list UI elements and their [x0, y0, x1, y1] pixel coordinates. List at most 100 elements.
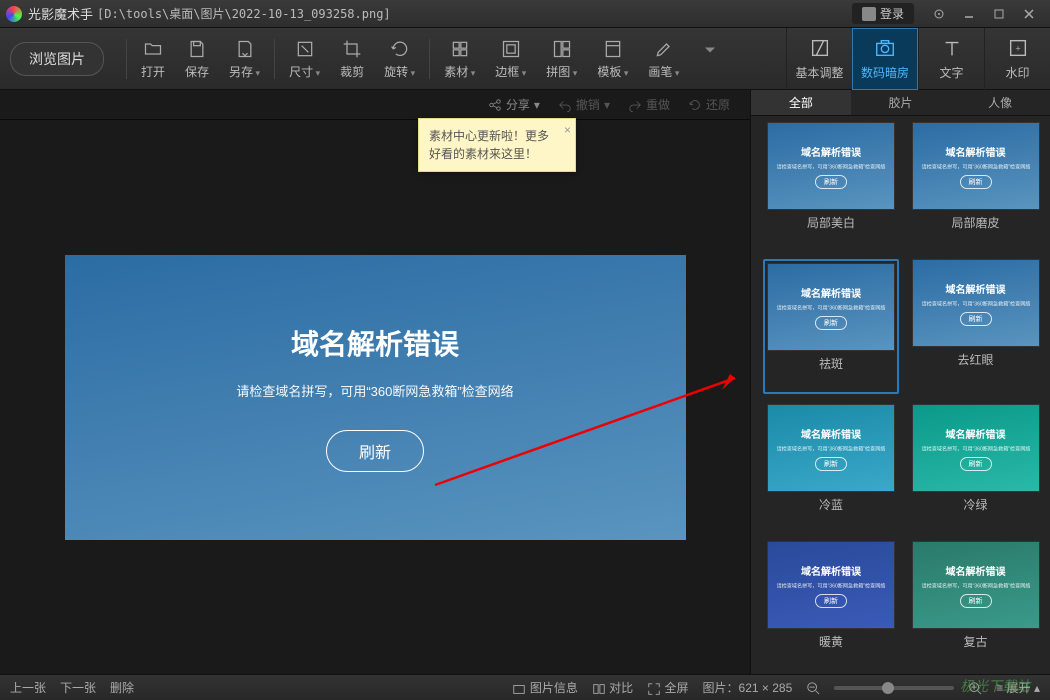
- zoom-slider[interactable]: [834, 686, 954, 690]
- close-icon[interactable]: [1014, 5, 1044, 23]
- brush-icon: [653, 38, 675, 60]
- subtab-portrait[interactable]: 人像: [950, 90, 1050, 115]
- maximize-icon[interactable]: [984, 5, 1014, 23]
- saveas-button[interactable]: 另存: [219, 38, 270, 80]
- browse-button[interactable]: 浏览图片: [10, 42, 104, 76]
- preset-thumb: 域名解析错误 请检查域名拼写，可用“360断网急救箱”检查网络 刷新: [912, 404, 1040, 492]
- prev-button[interactable]: 上一张: [10, 679, 46, 696]
- tooltip-close-icon[interactable]: ×: [564, 121, 571, 139]
- image-preview: 域名解析错误 请检查域名拼写，可用“360断网急救箱”检查网络 刷新: [65, 255, 686, 540]
- preset-祛斑[interactable]: 域名解析错误 请检查域名拼写，可用“360断网急救箱”检查网络 刷新 祛斑: [763, 259, 899, 394]
- error-title: 域名解析错误: [291, 323, 459, 363]
- tab-text[interactable]: 文字: [918, 28, 984, 90]
- resize-icon: [294, 38, 316, 60]
- preset-冷绿[interactable]: 域名解析错误 请检查域名拼写，可用“360断网急救箱”检查网络 刷新 冷绿: [909, 404, 1042, 531]
- collage-icon: [551, 38, 573, 60]
- compare-button[interactable]: 对比: [592, 679, 633, 696]
- file-path: [D:\tools\桌面\图片\2022-10-13_093258.png]: [97, 5, 391, 22]
- saveas-icon: [234, 38, 256, 60]
- tab-basic[interactable]: 基本调整: [786, 28, 852, 90]
- text-icon: [940, 36, 964, 60]
- preset-grid[interactable]: 域名解析错误 请检查域名拼写，可用“360断网急救箱”检查网络 刷新 局部美白 …: [751, 116, 1050, 674]
- statusbar: 上一张 下一张 删除 图片信息 对比 全屏 图片：621 × 285 ≡ 展开 …: [0, 674, 1050, 700]
- titlebar: 光影魔术手 [D:\tools\桌面\图片\2022-10-13_093258.…: [0, 0, 1050, 28]
- next-button[interactable]: 下一张: [60, 679, 96, 696]
- material-icon: [449, 38, 471, 60]
- more-button[interactable]: [689, 39, 731, 78]
- minimize-icon[interactable]: [954, 5, 984, 23]
- preset-暖黄[interactable]: 域名解析错误 请检查域名拼写，可用“360断网急救箱”检查网络 刷新 暖黄: [763, 541, 899, 668]
- material-button[interactable]: 素材: [434, 38, 485, 80]
- tab-darkroom[interactable]: 数码暗房: [852, 28, 918, 90]
- toolbar: 浏览图片 打开 保存 另存 尺寸 裁剪 旋转 素材 边框 拼图 模板 画笔 基本…: [0, 28, 1050, 90]
- svg-text:+: +: [1015, 44, 1020, 54]
- expand-button[interactable]: ≡ 展开 ▴: [996, 679, 1040, 696]
- delete-button[interactable]: 删除: [110, 679, 134, 696]
- crop-icon: [341, 38, 363, 60]
- template-icon: [602, 38, 624, 60]
- preset-label: 局部磨皮: [951, 214, 999, 231]
- crop-button[interactable]: 裁剪: [330, 38, 374, 80]
- open-button[interactable]: 打开: [131, 38, 175, 80]
- app-name: 光影魔术手: [28, 4, 93, 23]
- fullscreen-button[interactable]: 全屏: [647, 679, 688, 696]
- triangle-icon: [699, 39, 721, 61]
- collage-button[interactable]: 拼图: [536, 38, 587, 80]
- border-button[interactable]: 边框: [485, 38, 536, 80]
- preset-label: 局部美白: [807, 214, 855, 231]
- info-button[interactable]: 图片信息: [512, 679, 577, 696]
- refresh-button: 刷新: [326, 430, 424, 472]
- save-icon: [186, 38, 208, 60]
- preset-thumb: 域名解析错误 请检查域名拼写，可用“360断网急救箱”检查网络 刷新: [767, 122, 895, 210]
- restore-button[interactable]: 还原: [688, 96, 730, 113]
- subtab-all[interactable]: 全部: [751, 90, 851, 115]
- adjust-icon: [808, 36, 832, 60]
- zoom-out-icon[interactable]: [806, 680, 820, 695]
- tab-watermark[interactable]: +水印: [984, 28, 1050, 90]
- preset-thumb: 域名解析错误 请检查域名拼写，可用“360断网急救箱”检查网络 刷新: [912, 122, 1040, 210]
- right-tabs: 基本调整 数码暗房 文字 +水印: [786, 28, 1050, 90]
- login-button[interactable]: 登录: [852, 3, 914, 24]
- border-icon: [500, 38, 522, 60]
- preset-label: 冷绿: [963, 496, 987, 513]
- secondbar: 分享 ▾ 撤销 ▾ 重做 还原: [0, 90, 750, 120]
- folder-icon: [142, 38, 164, 60]
- canvas-area: 分享 ▾ 撤销 ▾ 重做 还原 域名解析错误 请检查域名拼写，可用“360断网急…: [0, 90, 750, 674]
- rotate-icon: [389, 38, 411, 60]
- preset-thumb: 域名解析错误 请检查域名拼写，可用“360断网急救箱”检查网络 刷新: [767, 404, 895, 492]
- preset-label: 复古: [963, 633, 987, 650]
- preset-thumb: 域名解析错误 请检查域名拼写，可用“360断网急救箱”检查网络 刷新: [912, 541, 1040, 629]
- camera-icon: [873, 36, 897, 60]
- save-button[interactable]: 保存: [175, 38, 219, 80]
- preset-label: 祛斑: [819, 355, 843, 372]
- preset-label: 去红眼: [957, 351, 993, 368]
- watermark-icon: +: [1006, 36, 1030, 60]
- user-icon: [862, 7, 876, 21]
- error-subtitle: 请检查域名拼写，可用“360断网急救箱”检查网络: [236, 381, 513, 400]
- login-label: 登录: [880, 5, 904, 22]
- share-button[interactable]: 分享 ▾: [488, 96, 540, 113]
- preset-冷蓝[interactable]: 域名解析错误 请检查域名拼写，可用“360断网急救箱”检查网络 刷新 冷蓝: [763, 404, 899, 531]
- rotate-button[interactable]: 旋转: [374, 38, 425, 80]
- preset-thumb: 域名解析错误 请检查域名拼写，可用“360断网急救箱”检查网络 刷新: [767, 263, 895, 351]
- redo-button[interactable]: 重做: [628, 96, 670, 113]
- material-tooltip: × 素材中心更新啦！更多好看的素材来这里！: [418, 118, 576, 172]
- app-icon: [6, 6, 22, 22]
- subtab-film[interactable]: 胶片: [851, 90, 951, 115]
- preset-局部磨皮[interactable]: 域名解析错误 请检查域名拼写，可用“360断网急救箱”检查网络 刷新 局部磨皮: [909, 122, 1042, 249]
- size-button[interactable]: 尺寸: [279, 38, 330, 80]
- preset-label: 冷蓝: [819, 496, 843, 513]
- undo-button[interactable]: 撤销 ▾: [558, 96, 610, 113]
- preset-复古[interactable]: 域名解析错误 请检查域名拼写，可用“360断网急救箱”检查网络 刷新 复古: [909, 541, 1042, 668]
- preset-thumb: 域名解析错误 请检查域名拼写，可用“360断网急救箱”检查网络 刷新: [912, 259, 1040, 347]
- template-button[interactable]: 模板: [587, 38, 638, 80]
- settings-icon[interactable]: [924, 5, 954, 23]
- preset-thumb: 域名解析错误 请检查域名拼写，可用“360断网急救箱”检查网络 刷新: [767, 541, 895, 629]
- brush-button[interactable]: 画笔: [638, 38, 689, 80]
- preset-去红眼[interactable]: 域名解析错误 请检查域名拼写，可用“360断网急救箱”检查网络 刷新 去红眼: [909, 259, 1042, 394]
- preset-label: 暖黄: [819, 633, 843, 650]
- side-panel: 全部 胶片 人像 域名解析错误 请检查域名拼写，可用“360断网急救箱”检查网络…: [750, 90, 1050, 674]
- zoom-in-icon[interactable]: [968, 680, 982, 695]
- image-size-label: 图片：621 × 285: [703, 679, 793, 696]
- preset-局部美白[interactable]: 域名解析错误 请检查域名拼写，可用“360断网急救箱”检查网络 刷新 局部美白: [763, 122, 899, 249]
